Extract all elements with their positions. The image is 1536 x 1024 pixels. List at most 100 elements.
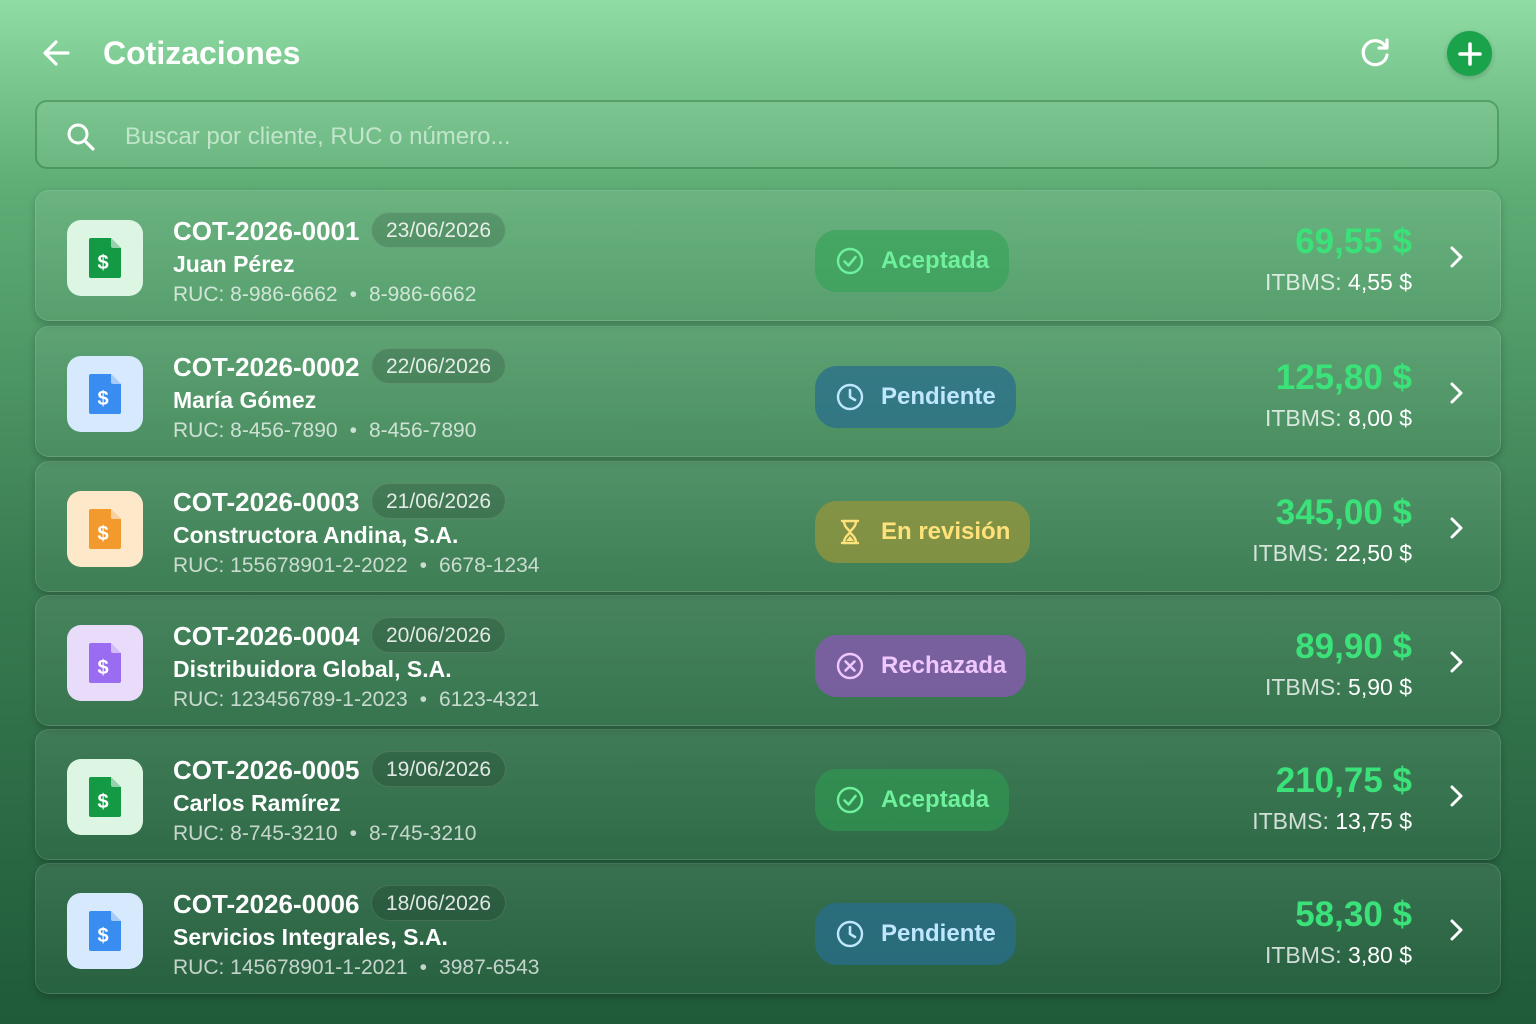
client-ruc: RUC: 145678901-1-2021 [173,956,408,979]
status-badge[interactable]: Rechazada [815,635,1027,697]
refresh-button[interactable] [1356,33,1396,73]
tax-value: 8,00 $ [1348,405,1412,431]
client-name: Constructora Andina, S.A. [173,522,459,548]
quote-tax: ITBMS: 8,00 $ [1265,403,1412,433]
quote-document-icon: $ [67,625,143,701]
client-name: Servicios Integrales, S.A. [173,924,448,950]
client-meta: RUC: 145678901-1-2021 • 3987-6543 [173,954,539,982]
svg-text:$: $ [97,925,108,947]
quote-number: COT-2026-0003 [173,487,360,517]
status-badge[interactable]: En revisión [815,501,1031,563]
quote-card[interactable]: $ COT-2026-0003 21/06/2026 Constructora … [35,461,1501,592]
check-circle-icon [836,247,864,275]
client-ruc: RUC: 8-456-7890 [173,419,338,442]
app-header: Cotizaciones [0,0,1536,100]
quote-date-badge: 22/06/2026 [371,348,507,384]
client-name: Carlos Ramírez [173,790,341,816]
tax-label: ITBMS: [1264,269,1342,295]
client-meta: RUC: 8-456-7890 • 8-456-7890 [173,417,476,445]
tax-label: ITBMS: [1264,942,1342,968]
svg-text:$: $ [97,657,108,679]
tax-label: ITBMS: [1252,808,1329,834]
quote-total: 125,80 $ [1275,358,1412,397]
quote-document-icon: $ [67,893,143,969]
client-ruc: RUC: 123456789-1-2023 [173,688,408,711]
quote-document-icon: $ [67,759,143,835]
separator-dot: • [419,554,428,577]
status-label: Aceptada [881,786,990,813]
quote-number: COT-2026-0006 [173,889,360,919]
chevron-right-icon[interactable] [1442,514,1470,542]
tax-label: ITBMS: [1252,540,1329,566]
check-circle-icon [836,786,864,814]
tax-value: 4,55 $ [1348,269,1412,295]
quote-document-icon: $ [67,220,143,296]
invoice-document-icon: $ [89,374,121,414]
client-meta: RUC: 8-986-6662 • 8-986-6662 [173,281,476,309]
quote-date-badge: 21/06/2026 [371,483,507,519]
page-title: Cotizaciones [103,35,301,71]
quote-tax: ITBMS: 22,50 $ [1252,538,1412,568]
chevron-right-icon[interactable] [1442,379,1470,407]
hourglass-icon [840,519,860,545]
quote-total: 345,00 $ [1275,493,1412,532]
quote-date-badge: 20/06/2026 [371,617,507,653]
quote-document-icon: $ [67,491,143,567]
separator-dot: • [349,283,357,306]
separator-dot: • [419,956,428,979]
quote-total: 210,75 $ [1275,761,1412,800]
back-button[interactable] [38,33,78,73]
search-input[interactable] [123,116,1467,158]
invoice-document-icon: $ [89,911,121,951]
quote-tax: ITBMS: 5,90 $ [1265,672,1412,702]
client-meta: RUC: 155678901-2-2022 • 6678-1234 [173,552,539,580]
client-phone: 6678-1234 [439,554,540,577]
search-bar [35,100,1499,169]
chevron-right-icon[interactable] [1442,916,1470,944]
status-badge[interactable]: Pendiente [815,903,1016,965]
client-ruc: RUC: 8-986-6662 [173,283,338,306]
quote-document-icon: $ [67,356,143,432]
status-label: Pendiente [881,920,996,947]
client-phone: 8-745-3210 [368,822,477,845]
separator-dot: • [349,419,357,442]
client-meta: RUC: 8-745-3210 • 8-745-3210 [173,820,476,848]
quote-card[interactable]: $ COT-2026-0001 23/06/2026 Juan Pérez RU… [35,190,1501,321]
quote-number: COT-2026-0005 [173,755,360,785]
invoice-document-icon: $ [89,509,121,549]
quote-tax: ITBMS: 13,75 $ [1252,806,1412,836]
chevron-right-icon[interactable] [1442,243,1470,271]
quote-number: COT-2026-0001 [173,216,360,246]
invoice-document-icon: $ [89,238,121,278]
client-name: María Gómez [173,387,317,413]
client-phone: 8-456-7890 [368,419,477,442]
x-circle-icon [836,652,864,680]
quote-card[interactable]: $ COT-2026-0006 18/06/2026 Servicios Int… [35,863,1501,994]
status-badge[interactable]: Aceptada [815,769,1010,831]
svg-text:$: $ [97,523,108,545]
quote-total: 69,55 $ [1295,222,1412,261]
client-phone: 3987-6543 [439,956,540,979]
svg-text:$: $ [97,388,108,410]
quote-number: COT-2026-0004 [173,621,360,651]
plus-icon [1457,41,1482,66]
quote-number: COT-2026-0002 [173,352,360,382]
add-quote-button[interactable] [1447,31,1492,76]
quote-tax: ITBMS: 3,80 $ [1265,940,1412,970]
client-phone: 6123-4321 [439,688,540,711]
quote-card[interactable]: $ COT-2026-0004 20/06/2026 Distribuidora… [35,595,1501,726]
refresh-icon [1361,38,1389,67]
chevron-right-icon[interactable] [1442,648,1470,676]
quote-date-badge: 18/06/2026 [371,885,507,921]
clock-icon [836,383,864,411]
quote-date-badge: 23/06/2026 [371,212,507,248]
quote-card[interactable]: $ COT-2026-0005 19/06/2026 Carlos Ramíre… [35,729,1501,860]
tax-value: 5,90 $ [1348,674,1412,700]
chevron-right-icon[interactable] [1442,782,1470,810]
status-badge[interactable]: Aceptada [815,230,1010,292]
client-name: Distribuidora Global, S.A. [173,656,452,682]
search-icon [67,123,95,151]
invoice-document-icon: $ [89,777,121,817]
status-badge[interactable]: Pendiente [815,366,1016,428]
quote-card[interactable]: $ COT-2026-0002 22/06/2026 María Gómez R… [35,326,1501,457]
